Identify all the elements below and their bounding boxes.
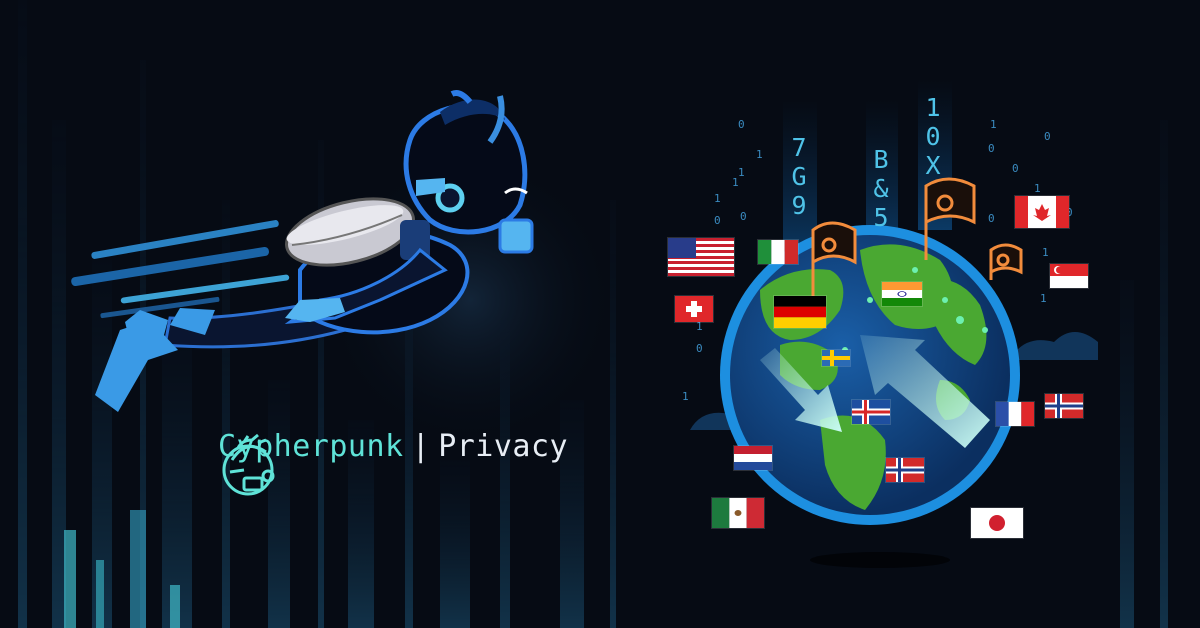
netherlands-flag-icon xyxy=(734,446,772,470)
iceland-flag-icon xyxy=(852,400,890,424)
norway-flag-icon xyxy=(1045,394,1083,418)
sweden-flag-icon xyxy=(822,350,850,366)
france-flag-icon xyxy=(996,402,1034,426)
norway-flag-icon xyxy=(886,458,924,482)
binary-digit: 0 xyxy=(738,118,745,131)
binary-digit: 1 xyxy=(738,166,745,179)
usa-flag-icon xyxy=(668,238,734,276)
binary-digit: 1 xyxy=(756,148,763,161)
binary-digit: 0 xyxy=(988,212,995,225)
brand-tagline: Privacy xyxy=(438,429,569,464)
brand-separator: | xyxy=(411,429,431,464)
binary-digit: 1 xyxy=(1042,246,1049,259)
binary-digit: 0 xyxy=(740,210,747,223)
binary-digit: 1 xyxy=(682,390,689,403)
singapore-flag-icon xyxy=(1050,264,1088,288)
cypherpunk-logo-icon xyxy=(222,433,275,496)
binary-digit: 1 xyxy=(990,118,997,131)
mexico-flag-icon xyxy=(712,498,764,528)
binary-digit: 1 xyxy=(1034,182,1041,195)
binary-digit: 1 xyxy=(1040,292,1047,305)
code-column-mid: B & 5 xyxy=(873,145,889,232)
india-flag-icon xyxy=(882,282,922,306)
code-column-right: 1 0 X xyxy=(925,93,941,180)
binary-digit: 0 xyxy=(714,214,721,227)
canada-flag-icon xyxy=(1015,196,1069,228)
code-column-left: 7 G 9 xyxy=(791,133,807,220)
hero-banner: 7 G 9 B & 5 1 0 X 0 1 1 0 1 0 1 1 0 1 1 … xyxy=(0,0,1200,628)
italy-flag-icon xyxy=(758,240,798,264)
binary-digit: 1 xyxy=(732,176,739,189)
brand-lockup: Cypherpunk | Privacy xyxy=(218,429,569,496)
binary-digit: 0 xyxy=(1044,130,1051,143)
binary-digit: 0 xyxy=(988,142,995,155)
binary-digit: 1 xyxy=(714,192,721,205)
germany-flag-icon xyxy=(774,296,826,328)
binary-digit: 0 xyxy=(1012,162,1019,175)
japan-flag-icon xyxy=(971,508,1023,538)
binary-digit: 0 xyxy=(696,342,703,355)
switzerland-flag-icon xyxy=(675,296,713,322)
